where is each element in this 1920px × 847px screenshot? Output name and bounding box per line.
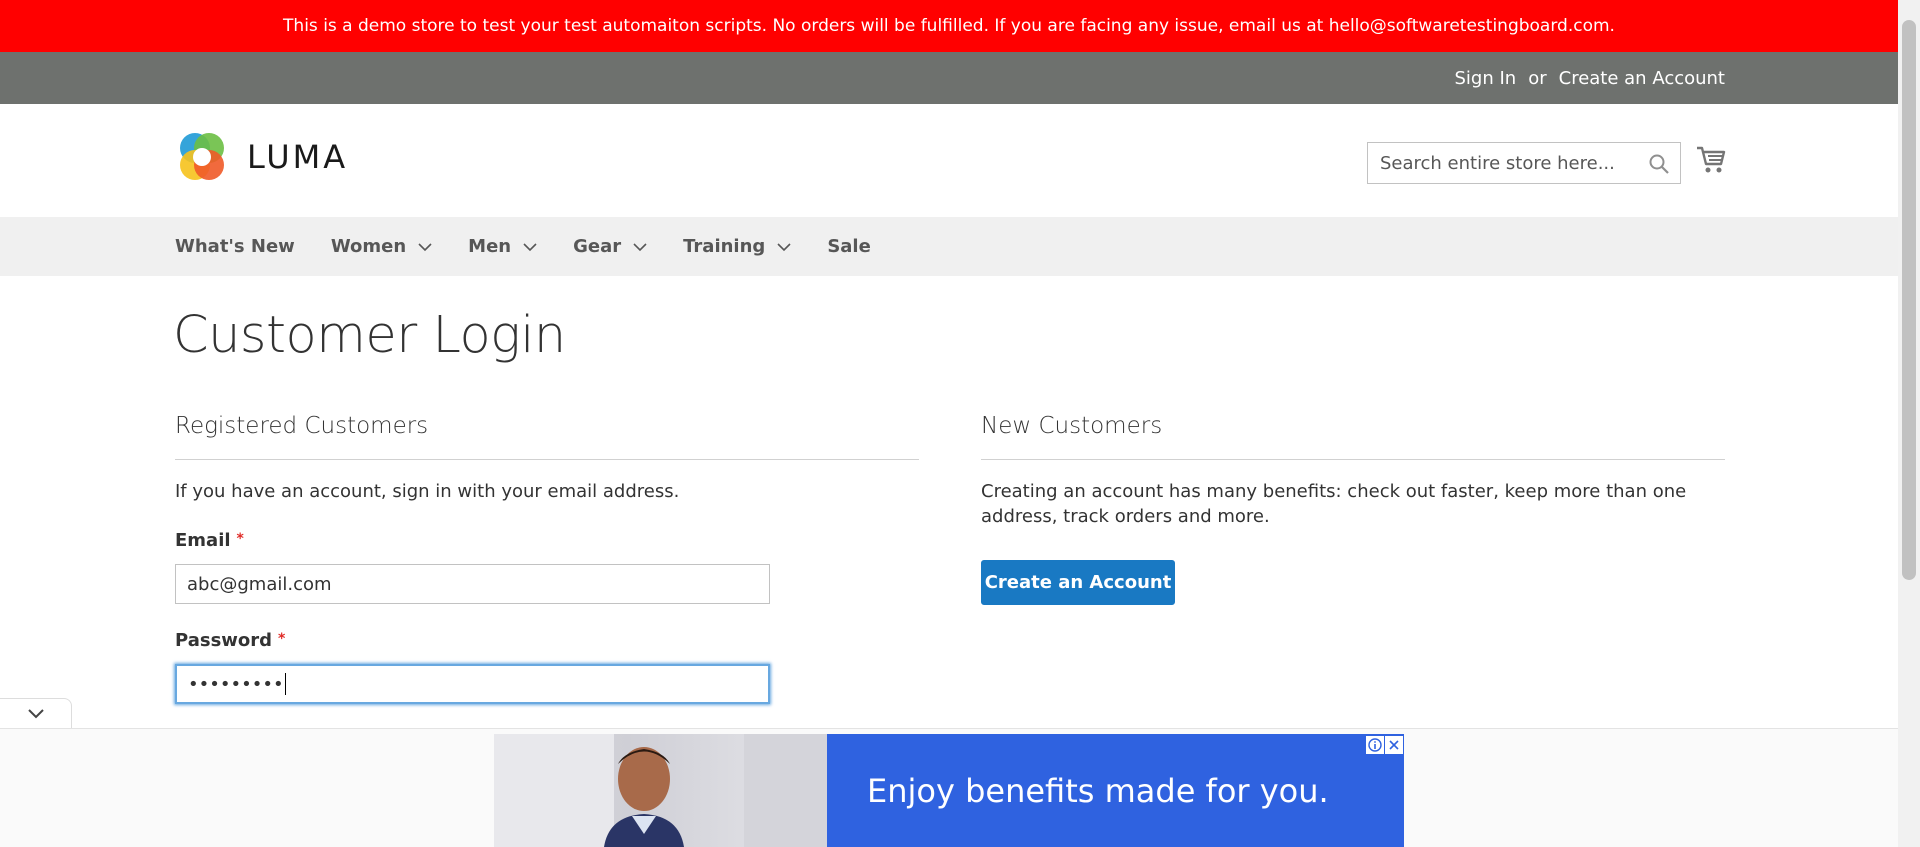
email-label-text: Email xyxy=(175,530,231,551)
chevron-down-icon xyxy=(777,242,791,251)
info-icon xyxy=(1368,738,1382,752)
email-label: Email * xyxy=(175,530,244,551)
registered-divider xyxy=(175,459,919,460)
chevron-down-icon xyxy=(523,242,537,251)
header-links: Sign In or Create an Account xyxy=(1455,52,1726,104)
demo-banner-text: This is a demo store to test your test a… xyxy=(283,16,1615,36)
password-field[interactable]: ••••••••• xyxy=(175,664,770,704)
shopping-cart-icon[interactable] xyxy=(1695,142,1727,176)
chevron-down-icon xyxy=(418,242,432,251)
required-asterisk: * xyxy=(236,531,244,547)
registered-customers-title: Registered Customers xyxy=(175,413,429,439)
ad-banner[interactable]: Enjoy benefits made for you. xyxy=(494,734,1404,847)
text-caret xyxy=(284,673,286,695)
password-field-value: ••••••••• xyxy=(188,673,284,695)
search-icon[interactable] xyxy=(1648,153,1670,175)
sign-in-link[interactable]: Sign In xyxy=(1455,68,1517,89)
nav-item-sale[interactable]: Sale xyxy=(827,236,871,257)
scrollbar-thumb[interactable] xyxy=(1902,20,1916,580)
nav-item-label: What's New xyxy=(175,236,295,257)
password-label-text: Password xyxy=(175,630,273,651)
nav-item-men[interactable]: Men xyxy=(468,236,537,257)
luma-logo-icon xyxy=(180,133,224,180)
ad-close-button[interactable] xyxy=(1385,736,1403,754)
person-photo-icon xyxy=(494,734,827,847)
chevron-down-icon xyxy=(27,708,44,718)
luma-logo[interactable]: LUMA xyxy=(175,130,348,184)
site-header: LUMA xyxy=(0,104,1898,217)
email-field[interactable]: abc@gmail.com xyxy=(175,564,770,604)
ad-photo xyxy=(494,734,827,847)
close-icon xyxy=(1389,740,1399,750)
new-customers-intro: Creating an account has many benefits: c… xyxy=(981,481,1687,527)
required-asterisk: * xyxy=(278,631,286,647)
email-field-value: abc@gmail.com xyxy=(187,573,332,595)
nav-item-label: Women xyxy=(330,236,407,257)
create-account-button[interactable]: Create an Account xyxy=(981,560,1175,605)
chevron-down-icon xyxy=(633,242,647,251)
ad-collapse-toggle[interactable] xyxy=(0,698,72,728)
new-customers-title: New Customers xyxy=(981,413,1163,439)
nav-item-what-s-new[interactable]: What's New xyxy=(175,236,295,257)
nav-item-gear[interactable]: Gear xyxy=(573,236,647,257)
logo-text: LUMA xyxy=(247,138,349,176)
search-input[interactable] xyxy=(1380,152,1630,174)
create-account-link[interactable]: Create an Account xyxy=(1559,68,1725,89)
ad-blue-panel: Enjoy benefits made for you. xyxy=(827,734,1404,847)
nav-item-label: Gear xyxy=(573,236,622,257)
nav-item-training[interactable]: Training xyxy=(683,236,791,257)
password-label: Password * xyxy=(175,630,285,651)
ad-info-icon[interactable] xyxy=(1366,736,1384,754)
nav-item-women[interactable]: Women xyxy=(331,236,432,257)
new-customers-divider xyxy=(981,459,1725,460)
registered-intro: If you have an account, sign in with you… xyxy=(175,481,680,502)
page-scrollbar[interactable] xyxy=(1898,0,1920,847)
nav-item-label: Training xyxy=(683,236,766,257)
ad-headline: Enjoy benefits made for you. xyxy=(867,772,1329,810)
nav-item-label: Men xyxy=(468,236,512,257)
search-box xyxy=(1367,142,1681,184)
page-title: Customer Login xyxy=(173,306,566,365)
top-links-bar: Sign In or Create an Account xyxy=(0,52,1898,104)
nav-item-label: Sale xyxy=(827,236,871,257)
main-navigation: What's New Women Men Gear Training Sale xyxy=(0,217,1898,276)
nav-items: What's New Women Men Gear Training Sale xyxy=(175,217,907,276)
demo-store-banner: This is a demo store to test your test a… xyxy=(0,0,1898,52)
or-separator: or xyxy=(1528,67,1547,89)
